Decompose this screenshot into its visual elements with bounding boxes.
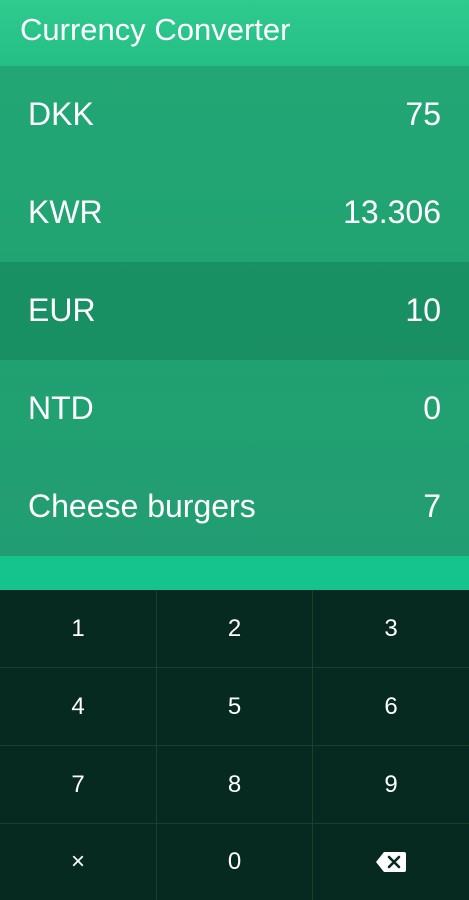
numeric-keypad: 1 2 3 4 5 6 7 8 9 × 0 — [0, 590, 469, 900]
key-label: 1 — [71, 614, 85, 642]
currency-value: 0 — [423, 390, 441, 426]
key-label: 5 — [227, 692, 242, 720]
currency-label: EUR — [28, 292, 96, 328]
key-label: 8 — [227, 770, 242, 798]
key-8[interactable]: 8 — [157, 746, 313, 824]
currency-value: 13.306 — [343, 194, 441, 230]
accent-bar — [0, 556, 469, 590]
currency-row-kwr[interactable]: KWR 13.306 — [0, 164, 469, 262]
key-label: 0 — [227, 848, 242, 875]
currency-row-eur[interactable]: EUR 10 — [0, 262, 469, 360]
key-4[interactable]: 4 — [0, 668, 157, 746]
key-label: 2 — [227, 614, 242, 642]
currency-row-ntd[interactable]: NTD 0 — [0, 360, 469, 458]
key-3[interactable]: 3 — [313, 590, 469, 668]
currency-label: Cheese burgers — [28, 488, 256, 524]
key-2[interactable]: 2 — [157, 590, 313, 668]
key-5[interactable]: 5 — [157, 668, 313, 746]
currency-value: 7 — [423, 488, 441, 524]
key-label: 4 — [71, 692, 85, 720]
page-title: Currency Converter — [20, 12, 291, 47]
currency-value: 10 — [405, 292, 441, 328]
currency-label: NTD — [28, 390, 94, 426]
app-header: Currency Converter — [0, 0, 469, 66]
backspace-button[interactable] — [313, 824, 469, 900]
key-label: 6 — [384, 692, 398, 720]
key-6[interactable]: 6 — [313, 668, 469, 746]
key-label: 9 — [384, 770, 398, 798]
currency-list: DKK 75 KWR 13.306 EUR 10 NTD 0 Cheese bu… — [0, 66, 469, 556]
key-9[interactable]: 9 — [313, 746, 469, 824]
key-label: 3 — [384, 614, 398, 642]
currency-label: DKK — [28, 96, 94, 132]
currency-value: 75 — [405, 96, 441, 132]
key-0[interactable]: 0 — [157, 824, 313, 900]
currency-label: KWR — [28, 194, 103, 230]
currency-converter-app: Currency Converter DKK 75 KWR 13.306 EUR… — [0, 0, 469, 900]
key-1[interactable]: 1 — [0, 590, 157, 668]
currency-row-cheese-burgers[interactable]: Cheese burgers 7 — [0, 458, 469, 556]
key-label: × — [70, 848, 85, 875]
key-multiply[interactable]: × — [0, 824, 157, 900]
key-label: 7 — [71, 770, 85, 798]
currency-row-dkk[interactable]: DKK 75 — [0, 66, 469, 164]
backspace-icon — [375, 851, 407, 873]
key-7[interactable]: 7 — [0, 746, 157, 824]
